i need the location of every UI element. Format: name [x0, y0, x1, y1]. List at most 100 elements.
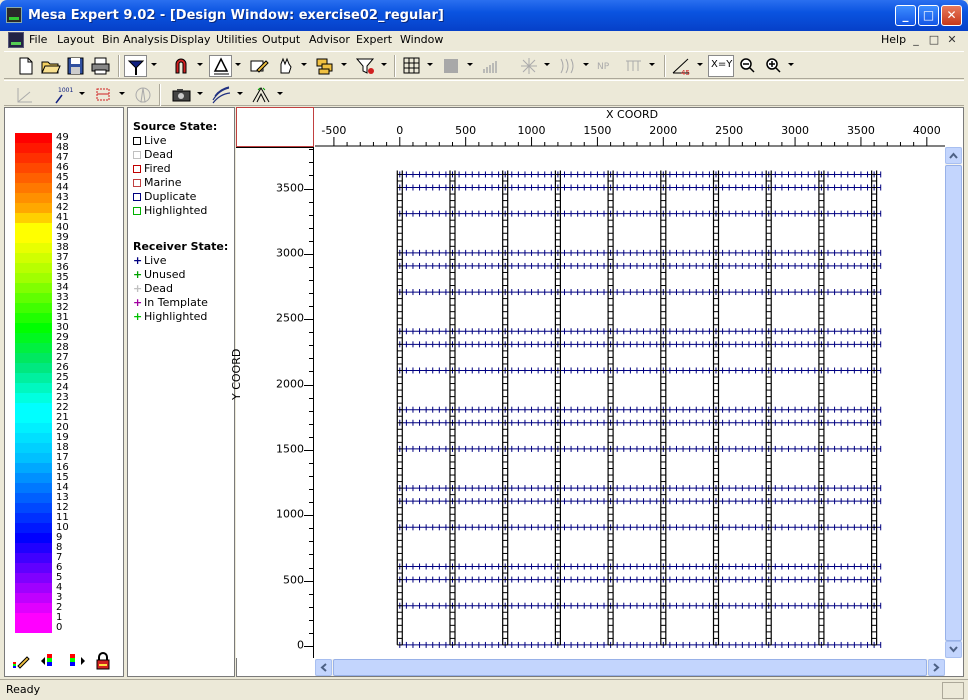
camera-icon[interactable] — [170, 84, 193, 106]
mdi-minimize-button[interactable]: _ — [908, 32, 924, 47]
contour-dropdown-icon[interactable] — [237, 92, 243, 95]
np-tool-icon[interactable]: NP — [594, 55, 617, 77]
menu-window[interactable]: Window — [400, 33, 443, 46]
template-layout-icon[interactable] — [92, 84, 115, 106]
line-numbering-icon[interactable]: 1001 — [52, 84, 75, 106]
compass-icon[interactable] — [132, 84, 155, 106]
horizontal-scrollbar[interactable] — [315, 659, 945, 676]
open-folder-icon[interactable] — [39, 55, 62, 77]
menu-help[interactable]: Help — [881, 33, 906, 46]
offset-tool-icon[interactable] — [622, 55, 645, 77]
horizontal-scroll-thumb[interactable] — [333, 659, 927, 676]
ray-trace-icon[interactable] — [250, 84, 273, 106]
color-scale-cell — [15, 563, 52, 573]
title-bar[interactable]: Mesa Expert 9.02 - [Design Window: exerc… — [0, 0, 968, 31]
camera-dropdown-icon[interactable] — [197, 92, 203, 95]
contour-icon[interactable] — [210, 84, 233, 106]
color-scale-cell — [15, 283, 52, 293]
source-tool-dropdown-icon[interactable] — [151, 63, 157, 66]
x-equals-y-label: X=Y — [711, 59, 733, 70]
template-dropdown-icon[interactable] — [119, 92, 125, 95]
color-scale-cell — [15, 403, 52, 413]
x-equals-y-button[interactable]: X=Y — [708, 55, 734, 77]
line-numbering-dropdown-icon[interactable] — [79, 92, 85, 95]
new-file-icon[interactable] — [14, 55, 37, 77]
scale-lock-icon[interactable] — [94, 652, 112, 670]
wavelet-dropdown-icon[interactable] — [583, 63, 589, 66]
fill-box-icon[interactable] — [440, 55, 463, 77]
filter-icon[interactable] — [354, 55, 377, 77]
document-icon[interactable] — [8, 32, 24, 48]
scale-shift-left-icon[interactable] — [40, 652, 58, 670]
menu-display[interactable]: Display — [170, 33, 211, 46]
source-square-icon — [133, 179, 141, 187]
vertical-scroll-thumb[interactable] — [945, 165, 962, 641]
scroll-left-button[interactable] — [315, 659, 332, 676]
color-scale-cell — [15, 313, 52, 323]
scroll-right-button[interactable] — [928, 659, 945, 676]
scroll-down-button[interactable] — [945, 641, 962, 658]
menu-advisor[interactable]: Advisor — [309, 33, 350, 46]
axis-tool-icon[interactable] — [14, 84, 37, 106]
menu-layout[interactable]: Layout — [57, 33, 94, 46]
source-tool-icon[interactable] — [124, 55, 147, 77]
menu-expert[interactable]: Expert — [356, 33, 392, 46]
color-scale-cell — [15, 173, 52, 183]
mdi-close-button[interactable]: ✕ — [944, 32, 960, 47]
line-num-label: 1001 — [58, 87, 73, 94]
minimize-button[interactable]: _ — [895, 5, 916, 26]
color-scale-cell — [15, 443, 52, 453]
source-square-icon — [133, 193, 141, 201]
wavelet-icon[interactable] — [556, 55, 579, 77]
menu-output[interactable]: Output — [262, 33, 300, 46]
y-tick-label: 1500 — [276, 442, 304, 456]
patch-template-icon[interactable] — [314, 55, 337, 77]
y-tick-mark — [309, 306, 313, 308]
receiver-state-label: In Template — [144, 296, 208, 309]
menu-bar: File Layout Bin Analysis Display Utiliti… — [4, 31, 964, 50]
save-icon[interactable] — [64, 55, 87, 77]
magnet-tool-icon[interactable] — [170, 55, 193, 77]
patch-dropdown-icon[interactable] — [341, 63, 347, 66]
magnet-tool-dropdown-icon[interactable] — [197, 63, 203, 66]
y-tick-mark — [309, 162, 313, 164]
filter-dropdown-icon[interactable] — [381, 63, 387, 66]
rose-dropdown-icon[interactable] — [544, 63, 550, 66]
scale-shift-right-icon[interactable] — [68, 652, 86, 670]
menu-bin-analysis[interactable]: Bin Analysis — [102, 33, 168, 46]
close-button[interactable]: ✕ — [941, 5, 962, 26]
menu-utilities[interactable]: Utilities — [216, 33, 257, 46]
print-icon[interactable] — [89, 55, 112, 77]
histogram-icon[interactable] — [479, 55, 502, 77]
angle-45-icon[interactable]: 45 — [670, 55, 693, 77]
scroll-up-button[interactable] — [945, 147, 962, 164]
grid-display-icon[interactable] — [400, 55, 423, 77]
rose-diagram-icon[interactable] — [518, 55, 541, 77]
source-square-icon — [133, 207, 141, 215]
zoom-dropdown-icon[interactable] — [788, 63, 794, 66]
offset-dropdown-icon[interactable] — [649, 63, 655, 66]
survey-layout-plot[interactable] — [315, 108, 945, 658]
color-scale-cell — [15, 453, 52, 463]
vertical-scrollbar[interactable] — [945, 147, 962, 658]
receiver-tool-icon[interactable] — [209, 55, 232, 77]
grid-dropdown-icon[interactable] — [427, 63, 433, 66]
app-icon[interactable] — [6, 7, 22, 23]
pan-dropdown-icon[interactable] — [301, 63, 307, 66]
menu-file[interactable]: File — [29, 33, 47, 46]
fill-dropdown-icon[interactable] — [467, 63, 473, 66]
zoom-out-icon[interactable] — [736, 55, 759, 77]
scale-edit-pencil-icon[interactable] — [12, 652, 30, 670]
maximize-button[interactable]: □ — [918, 5, 939, 26]
edit-pencil-icon[interactable] — [248, 55, 271, 77]
y-tick-mark — [309, 619, 313, 621]
y-tick-mark — [309, 358, 313, 360]
pan-hand-icon[interactable] — [274, 55, 297, 77]
angle-dropdown-icon[interactable] — [697, 63, 703, 66]
source-state-label: Duplicate — [144, 190, 197, 203]
receiver-state-item: + In Template — [133, 296, 208, 309]
receiver-tool-dropdown-icon[interactable] — [235, 63, 241, 66]
zoom-in-icon[interactable] — [762, 55, 785, 77]
mdi-restore-button[interactable]: □ — [926, 32, 942, 47]
ray-trace-dropdown-icon[interactable] — [277, 92, 283, 95]
